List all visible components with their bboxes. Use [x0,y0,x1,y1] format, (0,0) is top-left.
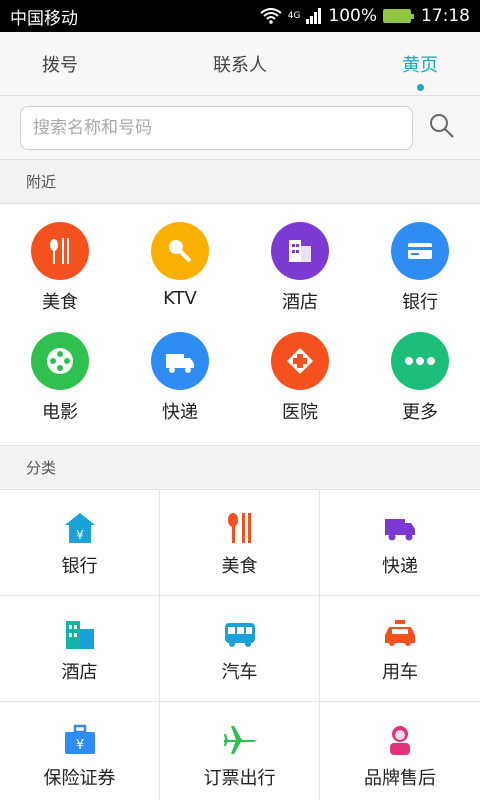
nearby-more-label: 更多 [402,402,438,423]
nearby-item-hotel[interactable]: 酒店 [240,204,360,314]
clock: 17:18 [421,6,470,26]
category-express-icon-wrap [382,510,418,546]
category-car-label: 汽车 [221,662,258,683]
category-express-label: 快递 [382,556,418,577]
category-car-icon-wrap [222,616,258,652]
category-grid: ¥ 银行 美食 快递 酒店 汽车 用车 ¥ 保险证券 订票出行 品牌售后 [0,490,480,800]
nearby-item-express[interactable]: 快递 [120,314,240,424]
category-insurance-icon-wrap: ¥ [62,722,98,758]
nearby-ktv-circle [151,222,209,280]
hotel-building-icon [65,621,94,649]
briefcase-yuan-icon: ¥ [64,724,95,754]
nearby-food-label: 美食 [42,292,78,313]
nearby-movie-circle [31,332,89,390]
category-aftersales-label: 品牌售后 [364,768,436,789]
category-hotel-icon-wrap [62,616,98,652]
fork-knife-icon [50,238,69,264]
category-aftersales[interactable]: 品牌售后 [320,702,480,800]
category-insurance-label: 保险证券 [43,768,116,789]
nearby-item-more[interactable]: 更多 [360,314,480,424]
section-nearby-label: 附近 [0,160,480,204]
category-hotel-label: 酒店 [61,662,98,683]
section-category-label: 分类 [0,446,480,490]
hospital-cross-icon [287,348,313,374]
category-aftersales-icon-wrap [382,722,418,758]
search-icon[interactable] [428,112,456,140]
battery-icon [383,9,414,23]
bus-icon [224,623,255,647]
bank-house-icon: ¥ [64,513,95,543]
category-ticket-icon-wrap [222,722,258,758]
carrier-name: 中国移动 [10,8,78,29]
category-bank[interactable]: ¥ 银行 [0,490,160,596]
nearby-item-food[interactable]: 美食 [0,204,120,314]
svg-text:¥: ¥ [76,528,84,542]
taxi-icon [385,620,415,646]
nearby-hotel-label: 酒店 [282,292,318,313]
nearby-movie-label: 电影 [42,402,78,423]
nearby-express-circle [151,332,209,390]
film-reel-icon [47,348,73,374]
tab-yellow-pages-label: 黄页 [402,54,438,76]
category-ride[interactable]: 用车 [320,596,480,702]
battery-percent: 100% [328,6,377,26]
category-bank-icon-wrap: ¥ [62,510,98,546]
tab-contacts[interactable]: 联系人 [120,51,360,77]
status-bar: 中国移动 4G 100% 17:18 [0,0,480,32]
category-ride-icon-wrap [382,616,418,652]
top-tabs: 拨号 联系人 黄页 [0,32,480,96]
status-icons: 4G 100% 17:18 [260,6,470,26]
tab-dialer[interactable]: 拨号 [0,51,120,77]
category-food-label: 美食 [221,556,258,577]
category-insurance[interactable]: ¥ 保险证券 [0,702,160,800]
airplane-icon [223,726,257,754]
delivery-truck-icon [385,519,415,541]
signal-icon [306,8,322,24]
nearby-more-circle [391,332,449,390]
category-bank-label: 银行 [61,556,98,577]
category-ticket[interactable]: 订票出行 [160,702,320,800]
nearby-item-hospital[interactable]: 医院 [240,314,360,424]
delivery-truck-icon [166,354,194,373]
category-food-icon-wrap [222,510,258,546]
search-row: 搜索名称和号码 [0,96,480,160]
category-express[interactable]: 快递 [320,490,480,596]
nearby-item-bank[interactable]: 银行 [360,204,480,314]
bank-card-icon [408,243,432,259]
nearby-hospital-circle [271,332,329,390]
search-input[interactable]: 搜索名称和号码 [20,106,413,150]
nearby-bank-circle [391,222,449,280]
category-hotel[interactable]: 酒店 [0,596,160,702]
category-ticket-label: 订票出行 [203,768,276,789]
nearby-item-movie[interactable]: 电影 [0,314,120,424]
nearby-bank-label: 银行 [402,292,438,313]
nearby-hospital-label: 医院 [282,402,318,423]
fork-knife-icon [227,513,251,543]
category-car[interactable]: 汽车 [160,596,320,702]
wifi-icon [260,8,282,24]
nearby-food-circle [31,222,89,280]
support-agent-icon [390,726,410,755]
microphone-icon [169,240,192,263]
tab-yellow-pages[interactable]: 黄页 [360,51,480,91]
nearby-item-ktv[interactable]: KTV [120,204,240,314]
category-food[interactable]: 美食 [160,490,320,596]
more-dots-icon [405,357,435,365]
network-type: 4G [287,11,301,21]
nearby-ktv-label: KTV [163,288,197,309]
nearby-hotel-circle [271,222,329,280]
nearby-grid: 美食 KTV 酒店 银行 电影 快递 医院 更多 [0,204,480,446]
svg-text:¥: ¥ [75,738,83,753]
hotel-building-icon [289,240,311,262]
category-ride-label: 用车 [382,662,418,683]
nearby-express-label: 快递 [162,402,198,423]
active-tab-indicator [417,83,424,91]
